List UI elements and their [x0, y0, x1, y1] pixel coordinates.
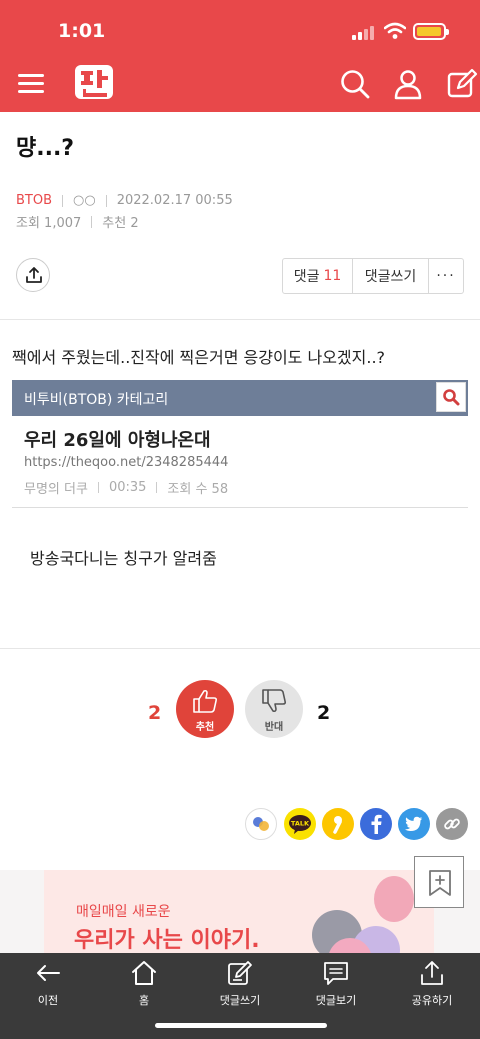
comment-icon — [324, 962, 348, 985]
embed-time: 00:35 — [108, 480, 147, 495]
nav-write-comment-label: 댓글쓰기 — [219, 994, 261, 1007]
search-icon — [443, 389, 460, 406]
nav-view-comments[interactable]: 댓글보기 — [296, 959, 376, 1008]
bookmark-button[interactable] — [414, 856, 464, 908]
home-icon — [132, 961, 156, 985]
nav-home[interactable]: 홈 — [104, 959, 184, 1008]
nav-write-comment[interactable]: 댓글쓰기 — [200, 959, 280, 1008]
logo[interactable] — [74, 62, 114, 102]
search-icon[interactable] — [339, 68, 371, 100]
twitter-icon[interactable] — [398, 808, 430, 840]
post-body-text: 짹에서 주웠는데..진작에 찍은거면 응걍이도 나오겠지..? — [12, 348, 386, 367]
nav-back[interactable]: 이전 — [8, 959, 88, 1008]
upvote-button[interactable]: 추천 — [176, 680, 234, 738]
downvote-count: 2 — [317, 702, 331, 724]
share-button[interactable] — [16, 258, 50, 292]
kakaotalk-glyph: TALK — [289, 815, 311, 834]
wifi-icon — [384, 22, 406, 39]
nav-view-comments-label: 댓글보기 — [315, 994, 357, 1007]
upvote-count: 2 — [148, 702, 162, 724]
nav-home-label: 홈 — [138, 994, 150, 1007]
thumbs-down-icon — [262, 689, 287, 713]
kakaostory-glyph — [253, 817, 269, 831]
downvote-label: 반대 — [264, 722, 284, 733]
ad-line2: 우리가 사는 이야기. — [74, 928, 260, 953]
share-icon — [26, 267, 42, 283]
divider — [62, 194, 64, 207]
recommend-count: 추천 2 — [102, 216, 139, 231]
ad-line1: 매일매일 새로운 — [76, 904, 171, 920]
post-stats: 조회 1,007 추천 2 — [16, 212, 139, 231]
post-title: 먕...? — [16, 136, 75, 161]
post-datetime: 2022.02.17 00:55 — [116, 193, 233, 208]
write-icon[interactable] — [446, 68, 478, 100]
link-glyph — [444, 818, 460, 830]
embed-url[interactable]: https://theqoo.net/2348285444 — [24, 455, 228, 470]
facebook-icon[interactable] — [360, 808, 392, 840]
post-meta: BTOB ○○ 2022.02.17 00:55 — [16, 193, 233, 208]
divider — [156, 482, 158, 493]
embed-category-bar[interactable]: 비투비(BTOB) 카테고리 — [12, 380, 468, 416]
kakaotalk-icon[interactable]: TALK — [284, 808, 316, 840]
balloon-image — [374, 876, 414, 922]
embed-views: 조회 수 58 — [167, 482, 229, 497]
arrow-left-icon — [37, 965, 60, 981]
more-button[interactable]: ··· — [429, 259, 463, 293]
comments-button[interactable]: 댓글 11 — [283, 259, 353, 293]
comments-label: 댓글 — [293, 269, 320, 285]
pinkstory-icon[interactable] — [322, 808, 354, 840]
embed-category: 비투비(BTOB) 카테고리 — [24, 392, 169, 408]
svg-text:TALK: TALK — [291, 820, 310, 828]
post-category[interactable]: BTOB — [16, 193, 52, 208]
embed-author: 무명의 더쿠 — [24, 482, 88, 497]
link-icon[interactable] — [436, 808, 468, 840]
comments-count: 11 — [323, 268, 342, 284]
divider — [105, 194, 107, 207]
home-indicator — [155, 1023, 327, 1028]
status-time: 1:01 — [58, 20, 106, 42]
ad-banner[interactable]: 매일매일 새로운 우리가 사는 이야기. — [0, 870, 480, 954]
twitter-glyph — [405, 816, 423, 832]
user-icon[interactable] — [392, 68, 424, 100]
divider — [97, 482, 99, 493]
embed-title[interactable]: 우리 26일에 아형나온대 — [24, 426, 211, 452]
nav-back-label: 이전 — [37, 994, 59, 1007]
post-body-text: 방송국다니는 칭구가 알려줌 — [30, 549, 217, 568]
divider — [91, 215, 93, 228]
downvote-button[interactable]: 반대 — [245, 680, 303, 738]
share-icon — [421, 961, 443, 985]
post-action-group: 댓글 11 댓글쓰기 ··· — [282, 258, 464, 294]
kakaostory-icon[interactable] — [245, 808, 277, 840]
battery-icon — [413, 23, 449, 40]
write-icon — [228, 961, 252, 985]
thumbs-up-icon — [193, 689, 218, 713]
nav-share[interactable]: 공유하기 — [392, 959, 472, 1008]
bottom-nav: 이전 홈 댓글쓰기 댓글보기 공유하기 — [0, 953, 480, 1039]
signal-icon — [352, 26, 376, 40]
facebook-glyph — [371, 814, 382, 834]
embed-search-button[interactable] — [436, 382, 466, 412]
menu-icon[interactable] — [14, 68, 48, 98]
post-author: ○○ — [73, 193, 96, 208]
divider — [12, 507, 468, 508]
app-header: 1:01 — [0, 0, 480, 112]
bookmark-add-icon — [429, 870, 451, 896]
nav-share-label: 공유하기 — [411, 994, 453, 1007]
view-count: 조회 1,007 — [16, 216, 82, 231]
divider — [0, 648, 480, 649]
pinkstory-glyph — [333, 816, 342, 834]
divider — [0, 319, 480, 320]
embed-meta: 무명의 더쿠 00:35 조회 수 58 — [24, 478, 228, 497]
write-comment-button[interactable]: 댓글쓰기 — [353, 259, 429, 293]
upvote-label: 추천 — [195, 722, 215, 733]
